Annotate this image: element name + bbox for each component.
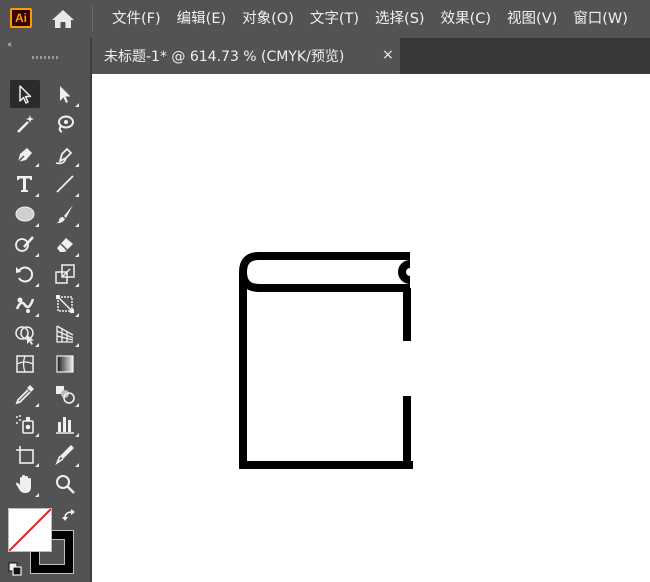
- menu-divider: [92, 6, 93, 32]
- menu-type[interactable]: 文字(T): [302, 0, 367, 38]
- direct-selection-tool-icon[interactable]: [50, 80, 80, 108]
- column-graph-tool-icon[interactable]: [50, 410, 80, 438]
- panel-grip[interactable]: [32, 56, 58, 59]
- artboard-tool-icon[interactable]: [10, 440, 40, 468]
- tools-panel: ‹‹: [0, 38, 92, 582]
- menu-view[interactable]: 视图(V): [499, 0, 565, 38]
- document-title: 未标题-1* @ 614.73 % (CMYK/预览): [104, 49, 345, 65]
- gradient-tool-icon[interactable]: [50, 350, 80, 378]
- ellipse-tool-icon[interactable]: [10, 200, 40, 228]
- document-tab[interactable]: 未标题-1* @ 614.73 % (CMYK/预览) ×: [92, 38, 400, 74]
- menu-object[interactable]: 对象(O): [234, 0, 302, 38]
- rotate-tool-icon[interactable]: [10, 260, 40, 288]
- menu-edit[interactable]: 编辑(E): [169, 0, 234, 38]
- menu-bar: Ai 文件(F) 编辑(E) 对象(O) 文字(T) 选择(S) 效果(C) 视…: [0, 0, 650, 38]
- mesh-tool-icon[interactable]: [10, 350, 40, 378]
- fill-swatch-none[interactable]: [8, 508, 52, 552]
- lasso-tool-icon[interactable]: [50, 110, 80, 138]
- illustrator-logo-icon: Ai: [10, 8, 32, 28]
- eraser-tool-icon[interactable]: [50, 230, 80, 258]
- symbol-sprayer-tool-icon[interactable]: [10, 410, 40, 438]
- shaper-tool-icon[interactable]: [10, 230, 40, 258]
- hand-tool-icon[interactable]: [10, 470, 40, 498]
- type-tool-icon[interactable]: [10, 170, 40, 198]
- free-transform-tool-icon[interactable]: [50, 290, 80, 318]
- magic-wand-tool-icon[interactable]: [10, 110, 40, 138]
- collapse-panel-icon[interactable]: ‹‹: [7, 40, 12, 50]
- perspective-grid-tool-icon[interactable]: [50, 320, 80, 348]
- pen-tool-icon[interactable]: [10, 140, 40, 168]
- shape-builder-tool-icon[interactable]: [10, 320, 40, 348]
- swap-fill-stroke-icon[interactable]: [62, 508, 78, 524]
- menu-window[interactable]: 窗口(W): [565, 0, 636, 38]
- menu-file[interactable]: 文件(F): [104, 0, 169, 38]
- scale-tool-icon[interactable]: [50, 260, 80, 288]
- book-artwork[interactable]: [237, 250, 417, 470]
- slice-tool-icon[interactable]: [50, 440, 80, 468]
- menu-select[interactable]: 选择(S): [367, 0, 433, 38]
- artboard-canvas[interactable]: [92, 74, 650, 582]
- home-icon[interactable]: [50, 8, 76, 30]
- zoom-tool-icon[interactable]: [50, 470, 80, 498]
- blend-tool-icon[interactable]: [50, 380, 80, 408]
- menu-items: 文件(F) 编辑(E) 对象(O) 文字(T) 选择(S) 效果(C) 视图(V…: [104, 0, 636, 38]
- puppet-warp-tool-icon[interactable]: [10, 290, 40, 318]
- paintbrush-tool-icon[interactable]: [50, 200, 80, 228]
- selection-tool-icon[interactable]: [10, 80, 40, 108]
- eyedropper-tool-icon[interactable]: [10, 380, 40, 408]
- document-tab-bar: 未标题-1* @ 614.73 % (CMYK/预览) ×: [92, 38, 650, 74]
- menu-effect[interactable]: 效果(C): [433, 0, 499, 38]
- default-fill-stroke-icon[interactable]: [8, 562, 22, 576]
- line-segment-tool-icon[interactable]: [50, 170, 80, 198]
- curvature-tool-icon[interactable]: [50, 140, 80, 168]
- none-slash-icon: [9, 509, 51, 551]
- close-icon[interactable]: ×: [382, 47, 394, 63]
